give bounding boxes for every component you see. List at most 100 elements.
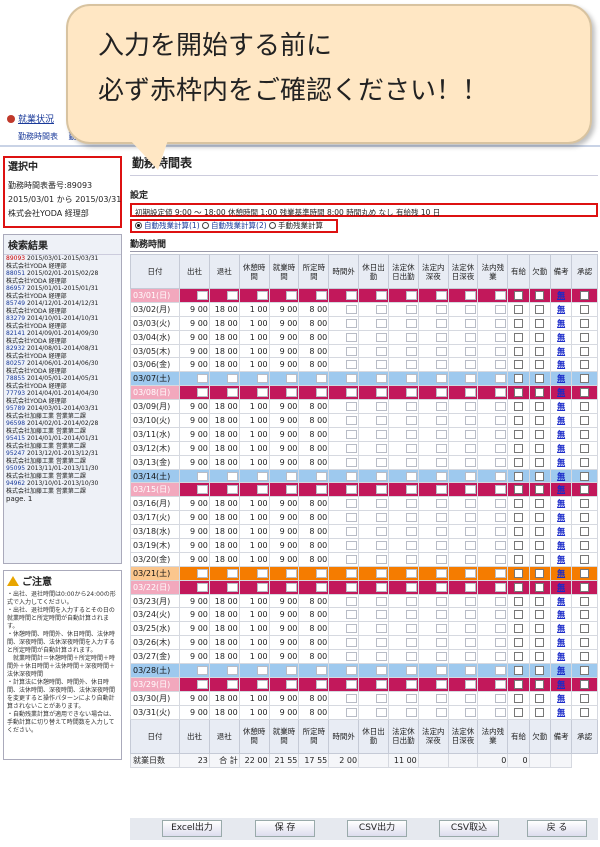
search-result-item[interactable]: 83279 2014/10/01-2014/10/31 株式会社YODA 経理部 <box>4 315 121 330</box>
remark-cell[interactable]: 無 <box>549 385 573 401</box>
time-cell[interactable] <box>447 399 479 415</box>
checkbox[interactable] <box>580 610 590 620</box>
time-cell[interactable] <box>358 371 389 387</box>
time-cell[interactable]: 9 00 <box>179 454 210 470</box>
time-cell[interactable]: 8 00 <box>298 704 330 720</box>
time-input-box[interactable] <box>256 388 268 398</box>
time-cell[interactable] <box>328 329 360 345</box>
time-cell[interactable] <box>477 482 509 498</box>
time-cell[interactable] <box>417 621 449 637</box>
remark-link[interactable]: 無 <box>557 305 565 314</box>
time-input-box[interactable] <box>375 290 387 300</box>
time-input-box[interactable] <box>226 568 238 578</box>
checkbox-cell[interactable] <box>528 288 551 303</box>
time-cell[interactable]: 8 00 <box>298 593 330 609</box>
checkbox[interactable] <box>535 485 545 495</box>
time-input-box[interactable] <box>465 318 477 328</box>
time-cell[interactable] <box>447 621 479 637</box>
time-input-box[interactable] <box>375 415 387 425</box>
time-cell[interactable]: 18 00 <box>208 593 240 609</box>
remark-link[interactable]: 無 <box>557 388 565 397</box>
time-input-box[interactable] <box>495 471 507 481</box>
time-cell[interactable] <box>358 454 389 470</box>
time-cell[interactable] <box>328 454 360 470</box>
time-input-box[interactable] <box>405 318 417 328</box>
remark-link[interactable]: 無 <box>557 666 565 675</box>
time-cell[interactable] <box>179 385 210 401</box>
time-input-box[interactable] <box>346 568 358 578</box>
search-result-item[interactable]: 80257 2014/06/01-2014/06/30 株式会社YODA 経理部 <box>4 360 121 375</box>
time-input-box[interactable] <box>465 360 477 370</box>
remark-cell[interactable]: 無 <box>549 454 573 470</box>
time-cell[interactable] <box>447 357 479 373</box>
checkbox[interactable] <box>535 638 545 648</box>
time-cell[interactable] <box>358 524 389 540</box>
checkbox[interactable] <box>580 707 590 717</box>
time-cell[interactable] <box>328 524 360 540</box>
time-cell[interactable] <box>358 288 389 303</box>
time-input-box[interactable] <box>435 374 447 384</box>
approve-cell[interactable] <box>571 607 598 623</box>
time-cell[interactable] <box>358 663 389 678</box>
search-result-id[interactable]: 95789 <box>6 405 25 412</box>
time-input-box[interactable] <box>405 429 417 439</box>
time-input-box[interactable] <box>465 693 477 703</box>
time-input-box[interactable] <box>375 596 387 606</box>
time-cell[interactable] <box>268 482 300 498</box>
time-cell[interactable] <box>268 579 300 595</box>
time-cell[interactable] <box>387 482 419 498</box>
checkbox[interactable] <box>513 471 523 481</box>
time-cell[interactable] <box>417 468 449 484</box>
time-cell[interactable] <box>328 593 360 609</box>
time-cell[interactable] <box>208 579 240 595</box>
search-result-id[interactable]: 95247 <box>6 450 25 457</box>
time-cell[interactable] <box>298 482 330 498</box>
time-cell[interactable]: 9 00 <box>268 649 300 665</box>
time-cell[interactable] <box>387 510 419 526</box>
remark-link[interactable]: 無 <box>557 360 565 369</box>
time-cell[interactable] <box>387 329 419 345</box>
search-result-id[interactable]: 80257 <box>6 360 25 367</box>
remark-link[interactable]: 無 <box>557 708 565 717</box>
time-input-box[interactable] <box>435 582 447 592</box>
time-cell[interactable] <box>387 663 419 678</box>
remark-cell[interactable]: 無 <box>549 288 573 303</box>
time-cell[interactable] <box>298 565 330 581</box>
time-input-box[interactable] <box>435 304 447 314</box>
time-cell[interactable] <box>387 538 419 553</box>
time-cell[interactable] <box>417 663 449 678</box>
checkbox[interactable] <box>513 415 523 425</box>
remark-link[interactable]: 無 <box>557 513 565 522</box>
time-cell[interactable] <box>387 413 419 428</box>
time-cell[interactable]: 18 00 <box>208 399 240 415</box>
time-input-box[interactable] <box>465 346 477 356</box>
time-input-box[interactable] <box>346 304 358 314</box>
time-cell[interactable]: 9 00 <box>179 399 210 415</box>
time-cell[interactable] <box>387 565 419 581</box>
checkbox[interactable] <box>580 388 590 398</box>
approve-cell[interactable] <box>571 579 598 595</box>
checkbox[interactable] <box>535 443 545 453</box>
time-cell[interactable] <box>387 676 419 692</box>
time-cell[interactable] <box>387 704 419 720</box>
time-cell[interactable]: 9 00 <box>179 357 210 373</box>
time-input-box[interactable] <box>405 374 417 384</box>
time-cell[interactable] <box>358 496 389 512</box>
time-cell[interactable] <box>328 343 360 359</box>
time-input-box[interactable] <box>465 624 477 634</box>
time-cell[interactable] <box>238 468 270 484</box>
search-result-item[interactable]: 89093 2015/03/01-2015/03/31 株式会社YODA 経理部 <box>4 255 121 270</box>
approve-cell[interactable] <box>571 482 598 498</box>
time-input-box[interactable] <box>346 554 358 564</box>
remark-link[interactable]: 無 <box>557 402 565 411</box>
remark-link[interactable]: 無 <box>557 583 565 592</box>
checkbox[interactable] <box>580 679 590 689</box>
checkbox[interactable] <box>580 513 590 523</box>
time-cell[interactable] <box>447 496 479 512</box>
time-cell[interactable] <box>328 399 360 415</box>
time-cell[interactable] <box>358 357 389 373</box>
time-input-box[interactable] <box>465 679 477 689</box>
time-input-box[interactable] <box>286 679 298 689</box>
time-cell[interactable] <box>358 440 389 456</box>
search-result-item[interactable]: 85749 2014/12/01-2014/12/31 株式会社YODA 経理部 <box>4 300 121 315</box>
